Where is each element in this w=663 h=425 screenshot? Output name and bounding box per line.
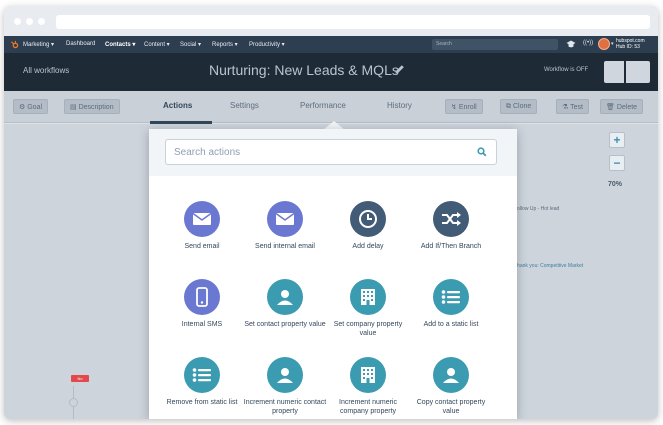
hub-info: hubspot.com Hub ID: 53	[616, 38, 645, 50]
app-window: Marketing ▾ Dashboard Contacts ▾ Content…	[4, 6, 658, 419]
action-label: Add to a static list	[423, 321, 479, 328]
all-workflows-link[interactable]: All workflows	[23, 66, 69, 75]
branch-tag: No	[71, 375, 89, 382]
action-label: Add delay	[352, 243, 384, 250]
nav-contacts[interactable]: Contacts ▾	[105, 41, 135, 48]
person-icon	[267, 279, 303, 315]
actions-search-box[interactable]	[165, 139, 497, 165]
avatar[interactable]	[598, 38, 610, 50]
graduation-cap-icon[interactable]	[566, 40, 576, 49]
action-copy-contact-property[interactable]: Copy contact property value	[408, 357, 494, 416]
search-actions-input[interactable]	[166, 140, 466, 164]
trash-icon: 🗑	[606, 104, 615, 111]
action-label: Send email	[184, 243, 220, 250]
nav-marketing[interactable]: Marketing ▾	[23, 41, 54, 48]
building-icon	[350, 279, 386, 315]
action-increment-contact-property[interactable]: Increment numeric contact property	[242, 357, 328, 416]
test-button[interactable]: ⚗ Test	[556, 99, 589, 114]
action-label: Increment numeric company property	[339, 399, 397, 415]
clock-icon	[350, 201, 386, 237]
person-icon	[267, 357, 303, 393]
actions-popover: Send email Send internal email Add delay…	[149, 129, 517, 419]
hub-id: Hub ID: 53	[616, 44, 640, 50]
nav-content[interactable]: Content ▾	[144, 41, 170, 48]
zoom-out-button[interactable]: −	[609, 155, 625, 171]
zoom-in-button[interactable]: +	[609, 132, 625, 148]
nav-social[interactable]: Social ▾	[180, 41, 201, 48]
phone-icon	[184, 279, 220, 315]
action-label: Add If/Then Branch	[420, 243, 482, 250]
action-label: Send internal email	[255, 243, 315, 250]
action-increment-company-property[interactable]: Increment numeric company property	[325, 357, 411, 416]
notifications-icon[interactable]: ((•))	[583, 40, 593, 46]
workflow-title[interactable]: Nurturing: New Leads & MQLs	[209, 62, 399, 78]
search-icon[interactable]	[477, 147, 487, 157]
action-label: Internal SMS	[181, 321, 223, 328]
action-add-if-then-branch[interactable]: Add If/Then Branch	[408, 201, 494, 252]
top-navigation: Marketing ▾ Dashboard Contacts ▾ Content…	[4, 36, 658, 53]
list-icon	[433, 279, 469, 315]
window-maximize-dot[interactable]	[38, 18, 45, 25]
arrow-icon: ↯	[451, 104, 457, 111]
tab-settings[interactable]: Settings	[230, 101, 259, 110]
enroll-button[interactable]: ↯ Enroll	[445, 99, 483, 114]
envelope-icon	[267, 201, 303, 237]
clone-button[interactable]: ⧉ Clone	[500, 99, 538, 114]
workflow-toggle[interactable]	[604, 61, 650, 83]
goal-button[interactable]: ⚙ Goal	[13, 99, 49, 114]
add-step-node[interactable]	[69, 398, 78, 407]
person-icon	[433, 357, 469, 393]
workflow-header: All workflows Nurturing: New Leads & MQL…	[4, 53, 658, 91]
action-remove-from-static-list[interactable]: Remove from static list	[159, 357, 245, 408]
tab-actions[interactable]: Actions	[163, 101, 192, 110]
nav-dashboard[interactable]: Dashboard	[66, 41, 95, 47]
action-set-contact-property[interactable]: Set contact property value	[242, 279, 328, 330]
action-internal-sms[interactable]: Internal SMS	[159, 279, 245, 330]
background-step-label: Follow Up - Hot lead	[514, 206, 560, 212]
list-icon	[184, 357, 220, 393]
action-add-to-static-list[interactable]: Add to a static list	[408, 279, 494, 330]
action-label: Set contact property value	[244, 321, 326, 328]
nav-productivity[interactable]: Productivity ▾	[249, 41, 285, 48]
actions-search-area	[149, 129, 517, 176]
zoom-level: 70%	[608, 181, 623, 188]
action-label: Increment numeric contact property	[243, 399, 327, 415]
tab-performance[interactable]: Performance	[300, 101, 346, 110]
action-send-email[interactable]: Send email	[159, 201, 245, 252]
window-minimize-dot[interactable]	[26, 18, 33, 25]
document-icon: ▤	[70, 104, 77, 111]
building-icon	[350, 357, 386, 393]
action-label: Set company property value	[333, 321, 403, 337]
pencil-icon[interactable]	[394, 64, 405, 75]
address-bar[interactable]	[56, 15, 650, 29]
window-close-dot[interactable]	[14, 18, 21, 25]
nav-reports[interactable]: Reports ▾	[212, 41, 238, 48]
background-email-link[interactable]: Thank you: Competitive Market	[514, 263, 583, 269]
shuffle-icon	[433, 201, 469, 237]
browser-chrome	[4, 6, 658, 36]
description-button[interactable]: ▤ Description	[64, 99, 120, 114]
account-chevron-down-icon[interactable]: ▾	[611, 41, 614, 47]
copy-icon: ⧉	[506, 103, 511, 110]
tab-history[interactable]: History	[387, 101, 412, 110]
toolbar: ⚙ Goal ▤ Description Actions Settings Pe…	[4, 91, 658, 123]
action-send-internal-email[interactable]: Send internal email	[242, 201, 328, 252]
action-label: Remove from static list	[166, 399, 238, 406]
action-label: Copy contact property value	[416, 399, 486, 415]
delete-button[interactable]: 🗑 Delete	[600, 99, 644, 114]
hubspot-logo-icon[interactable]	[10, 40, 19, 49]
workflow-status: Workflow is OFF	[544, 67, 589, 73]
envelope-icon	[184, 201, 220, 237]
flask-icon: ⚗	[562, 104, 569, 111]
global-search-input[interactable]: Search	[432, 39, 558, 50]
action-set-company-property[interactable]: Set company property value	[325, 279, 411, 338]
gear-icon: ⚙	[19, 104, 26, 111]
action-add-delay[interactable]: Add delay	[325, 201, 411, 252]
